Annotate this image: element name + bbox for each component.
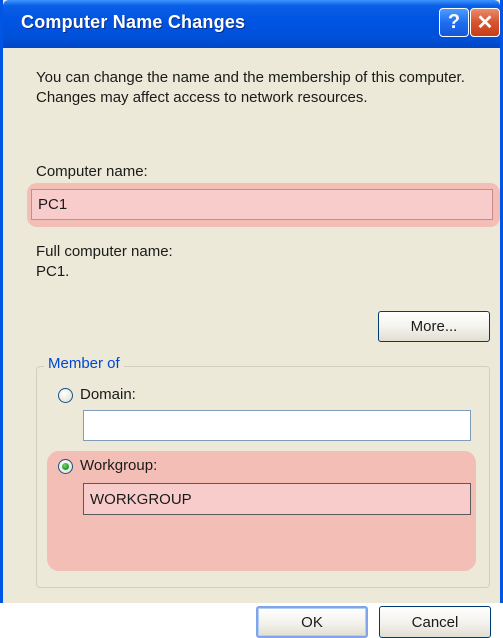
computer-name-input[interactable]: PC1 [31, 189, 493, 220]
close-button[interactable]: ✕ [470, 8, 500, 37]
member-of-title: Member of [44, 355, 124, 372]
domain-radio[interactable] [58, 388, 73, 403]
workgroup-label[interactable]: Workgroup: [80, 457, 157, 474]
workgroup-radio[interactable] [58, 459, 73, 474]
help-icon: ? [447, 11, 461, 33]
domain-input[interactable] [83, 410, 471, 441]
help-button[interactable]: ? [439, 8, 469, 37]
close-icon: ✕ [476, 12, 494, 34]
dialog-window: Computer Name Changes ? ✕ You can change… [0, 0, 503, 638]
computer-name-label: Computer name: [36, 163, 148, 180]
workgroup-input[interactable]: WORKGROUP [83, 483, 471, 515]
title-bar[interactable]: Computer Name Changes ? ✕ [3, 0, 500, 48]
dialog-content: You can change the name and the membersh… [3, 48, 500, 638]
full-computer-name-value: PC1. [36, 263, 70, 280]
intro-text: You can change the name and the membersh… [36, 69, 465, 106]
window-title: Computer Name Changes [21, 12, 246, 32]
cancel-button[interactable]: Cancel [379, 606, 491, 638]
ok-button[interactable]: OK [256, 606, 368, 638]
domain-label[interactable]: Domain: [80, 386, 136, 403]
more-button[interactable]: More... [378, 311, 490, 342]
full-computer-name-label: Full computer name: [36, 243, 173, 260]
radio-selected-dot [62, 463, 69, 470]
